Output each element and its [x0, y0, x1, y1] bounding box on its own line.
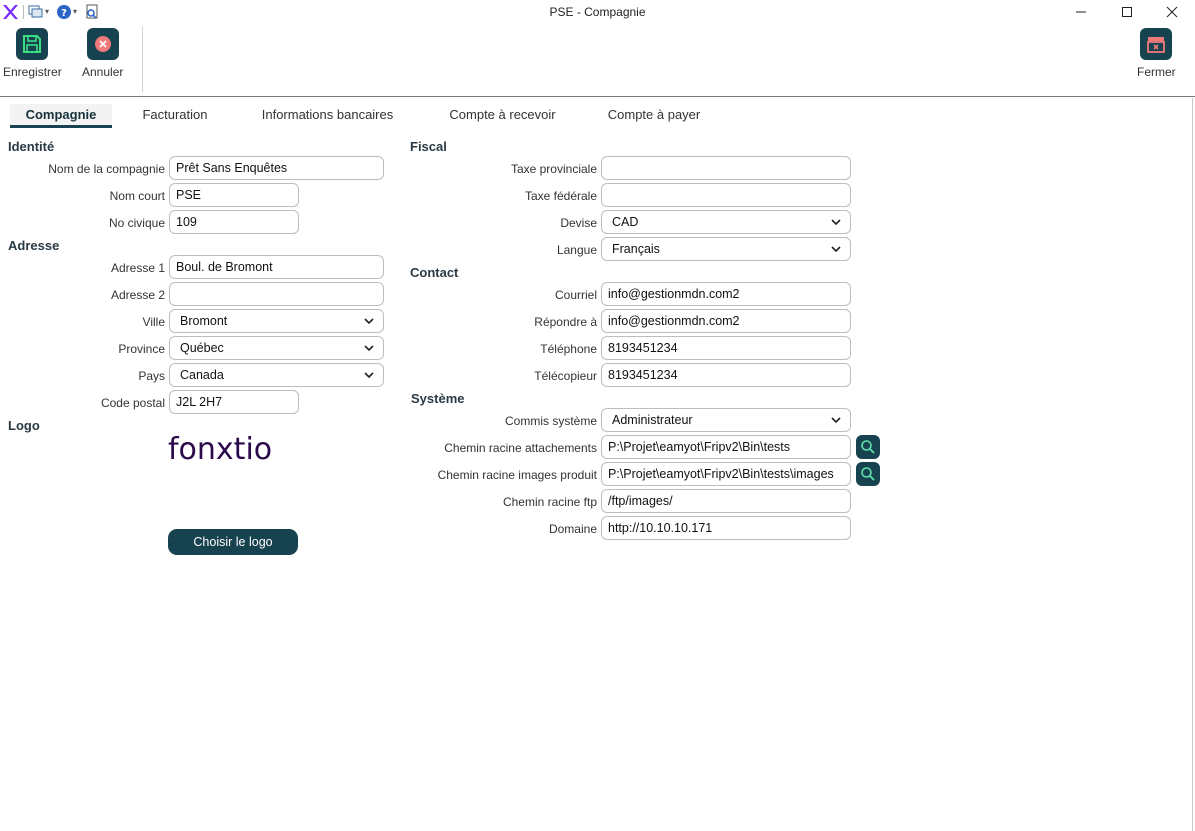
save-label: Enregistrer [3, 65, 62, 79]
reply-to-field[interactable]: info@gestionmdn.com2 [601, 309, 851, 333]
short-name-field[interactable]: PSE [169, 183, 299, 207]
save-icon [16, 28, 49, 60]
currency-label: Devise [560, 216, 597, 230]
attachments-path-field[interactable]: P:\Projet\eamyot\Fripv2\Bin\tests [601, 435, 851, 459]
language-label: Langue [556, 243, 597, 257]
fax-field[interactable]: 8193451234 [601, 363, 851, 387]
product-images-path-field[interactable]: P:\Projet\eamyot\Fripv2\Bin\tests\images [601, 462, 851, 486]
tab-informations-bancaires[interactable]: Informations bancaires [250, 104, 405, 128]
company-logo-image: fonxtio [168, 432, 300, 467]
country-value: Canada [180, 368, 224, 382]
ribbon-divider [142, 26, 143, 92]
cancel-icon [86, 28, 119, 60]
section-adresse: Adresse [8, 238, 60, 253]
tab-compte-a-recevoir[interactable]: Compte à recevoir [436, 104, 569, 128]
section-systeme: Système [411, 391, 465, 406]
tab-compte-a-payer[interactable]: Compte à payer [594, 104, 714, 128]
window-border [1192, 98, 1193, 831]
phone-label: Téléphone [540, 342, 597, 356]
section-fiscal: Fiscal [410, 139, 447, 154]
title-bar: ▾ ? ▾ PSE - Compagnie [0, 0, 1195, 26]
address2-label: Adresse 2 [110, 288, 165, 302]
ribbon-toolbar: Enregistrer Annuler Fermer [0, 26, 1195, 97]
postal-code-label: Code postal [100, 396, 165, 410]
cancel-button[interactable]: Annuler [82, 28, 123, 79]
maximize-button[interactable] [1104, 0, 1150, 24]
phone-field[interactable]: 8193451234 [601, 336, 851, 360]
city-select[interactable]: Bromont [169, 309, 384, 333]
country-label: Pays [138, 369, 165, 383]
email-label: Courriel [554, 288, 597, 302]
cancel-label: Annuler [82, 65, 124, 79]
province-select[interactable]: Québec [169, 336, 384, 360]
province-label: Province [118, 342, 165, 356]
city-label: Ville [142, 315, 165, 329]
address1-field[interactable]: Boul. de Bromont [169, 255, 384, 279]
tab-facturation[interactable]: Facturation [128, 104, 222, 128]
civic-number-label: No civique [108, 216, 165, 230]
chevron-down-icon [831, 417, 841, 424]
chevron-down-icon [831, 219, 841, 226]
chevron-down-icon [831, 246, 841, 253]
browse-attachments-button[interactable] [856, 435, 880, 459]
close-label: Fermer [1137, 65, 1176, 79]
company-name-label: Nom de la compagnie [48, 162, 165, 176]
section-logo: Logo [8, 418, 40, 433]
language-select[interactable]: Français [601, 237, 851, 261]
civic-number-field[interactable]: 109 [169, 210, 299, 234]
short-name-label: Nom court [109, 189, 165, 203]
section-identite: Identité [8, 139, 55, 154]
provincial-tax-field[interactable] [601, 156, 851, 180]
language-value: Français [612, 242, 660, 256]
choose-logo-button[interactable]: Choisir le logo [168, 529, 298, 555]
ftp-path-field[interactable]: /ftp/images/ [601, 489, 851, 513]
section-contact: Contact [410, 265, 459, 280]
company-name-field[interactable]: Prêt Sans Enquêtes [169, 156, 384, 180]
minimize-icon [1076, 11, 1086, 13]
search-icon [861, 440, 875, 454]
address2-field[interactable] [169, 282, 384, 306]
country-select[interactable]: Canada [169, 363, 384, 387]
attachments-path-label: Chemin racine attachements [444, 441, 597, 455]
address1-label: Adresse 1 [110, 261, 165, 275]
window-title: PSE - Compagnie [549, 5, 646, 19]
provincial-tax-label: Taxe provinciale [510, 162, 597, 176]
system-clerk-value: Administrateur [612, 413, 693, 427]
domain-label: Domaine [548, 522, 597, 536]
province-value: Québec [180, 341, 224, 355]
postal-code-field[interactable]: J2L 2H7 [169, 390, 299, 414]
ftp-path-label: Chemin racine ftp [502, 495, 597, 509]
currency-value: CAD [612, 215, 639, 229]
tab-compagnie[interactable]: Compagnie [10, 104, 112, 128]
product-images-path-label: Chemin racine images produit [437, 468, 597, 482]
browse-images-button[interactable] [856, 462, 880, 486]
close-register-icon [1140, 28, 1173, 60]
close-icon [1166, 6, 1178, 18]
chevron-down-icon [364, 318, 374, 325]
fax-label: Télécopieur [534, 369, 597, 383]
maximize-icon [1122, 7, 1132, 17]
system-clerk-select[interactable]: Administrateur [601, 408, 851, 432]
domain-field[interactable]: http://10.10.10.171 [601, 516, 851, 540]
federal-tax-field[interactable] [601, 183, 851, 207]
reply-to-label: Répondre à [534, 315, 597, 329]
chevron-down-icon [364, 345, 374, 352]
minimize-button[interactable] [1058, 0, 1104, 24]
logo-brand-text: fonxtio [168, 432, 272, 466]
search-icon [861, 467, 875, 481]
system-clerk-label: Commis système [504, 414, 597, 428]
email-field[interactable]: info@gestionmdn.com2 [601, 282, 851, 306]
save-button[interactable]: Enregistrer [3, 28, 62, 79]
federal-tax-label: Taxe fédérale [524, 189, 597, 203]
city-value: Bromont [180, 314, 228, 328]
chevron-down-icon [364, 372, 374, 379]
close-window-button[interactable] [1149, 0, 1195, 24]
currency-select[interactable]: CAD [601, 210, 851, 234]
close-button[interactable]: Fermer [1137, 28, 1176, 79]
